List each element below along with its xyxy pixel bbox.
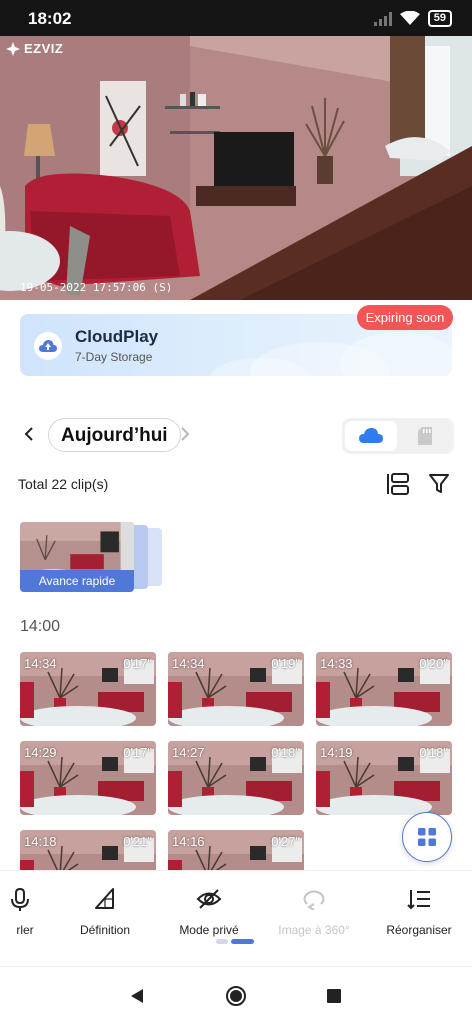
chevron-right-icon <box>181 427 190 441</box>
clip-grid: 14:34 0'17" 14:34 0'19" 14:33 0'20" 14:29 0'17"… <box>20 652 452 870</box>
total-clips-label: Total 22 clip(s) <box>18 476 109 492</box>
sd-card-tab[interactable] <box>399 421 451 451</box>
page-dot-active <box>231 939 254 944</box>
bottom-toolbar: rler Définition Mode privé Image à 360° <box>0 870 472 966</box>
talk-label: rler <box>16 923 34 937</box>
home-circle-icon <box>226 986 246 1006</box>
clip-time: 14:27 <box>172 745 205 760</box>
clip-duration: 0'18" <box>419 745 448 760</box>
cloud-upload-icon <box>34 332 62 360</box>
back-triangle-icon <box>131 989 143 1003</box>
date-selector[interactable]: Aujourd’hui <box>48 418 181 452</box>
clip-time: 14:16 <box>172 834 205 849</box>
fast-forward-label: Avance rapide <box>20 570 134 592</box>
signal-icon <box>373 11 392 26</box>
filter-button[interactable] <box>428 472 450 499</box>
previous-day-button[interactable] <box>24 425 34 448</box>
privacy-mode-button[interactable]: Mode privé <box>159 885 259 937</box>
storage-source-toggle <box>342 418 454 454</box>
clip-thumbnail[interactable]: 14:19 0'18" <box>316 741 452 815</box>
status-icons: 59 <box>373 10 452 27</box>
layout-toggle-button[interactable] <box>386 472 410 501</box>
recents-button[interactable] <box>322 984 346 1008</box>
expiring-soon-badge[interactable]: Expiring soon <box>357 305 453 330</box>
microphone-icon <box>11 887 29 911</box>
app-screen: 18:02 59 EZVIZ 19-05-2022 17:57:06 (S) C… <box>0 0 472 1024</box>
rotate-360-icon <box>303 890 325 910</box>
clip-thumbnail[interactable]: 14:27 0'18" <box>168 741 304 815</box>
clip-thumbnail[interactable]: 14:33 0'20" <box>316 652 452 726</box>
status-time: 18:02 <box>28 9 72 28</box>
talk-button[interactable]: rler <box>0 885 54 937</box>
clip-thumbnail[interactable]: 14:34 0'19" <box>168 652 304 726</box>
clip-time: 14:18 <box>24 834 57 849</box>
reorganize-button[interactable]: Réorganiser <box>369 885 469 937</box>
clip-duration: 0'27" <box>271 834 300 849</box>
status-bar: 18:02 59 <box>0 0 472 36</box>
sd-card-icon <box>418 427 432 445</box>
home-button[interactable] <box>224 984 248 1008</box>
android-navigation-bar <box>0 966 472 1024</box>
camera-timestamp: 19-05-2022 17:57:06 (S) <box>20 281 173 294</box>
clip-time: 14:29 <box>24 745 57 760</box>
list-layout-icon <box>387 473 409 495</box>
recents-square-icon <box>327 989 341 1003</box>
clip-duration: 0'19" <box>271 656 300 671</box>
clip-thumbnail[interactable]: 14:16 0'27" <box>168 830 304 870</box>
privacy-mode-label: Mode privé <box>179 923 239 937</box>
clip-time: 14:19 <box>320 745 353 760</box>
clip-time: 14:33 <box>320 656 353 671</box>
fast-forward-thumbnail: Avance rapide <box>20 522 134 592</box>
definition-icon <box>95 888 114 909</box>
clip-thumbnail[interactable]: 14:29 0'17" <box>20 741 156 815</box>
chevron-left-icon <box>24 427 33 441</box>
clip-duration: 0'21" <box>123 834 152 849</box>
camera-live-view[interactable]: EZVIZ 19-05-2022 17:57:06 (S) <box>0 36 472 300</box>
grid-menu-button[interactable] <box>402 812 452 862</box>
definition-button[interactable]: Définition <box>55 885 155 937</box>
eye-off-icon <box>196 889 222 909</box>
cloud-storage-tab[interactable] <box>345 421 397 451</box>
fast-forward-card[interactable]: Avance rapide <box>20 522 162 592</box>
ezviz-logo-icon <box>6 41 20 56</box>
reorder-icon <box>407 890 430 910</box>
image-360-button[interactable]: Image à 360° <box>264 885 364 937</box>
clip-thumbnail[interactable]: 14:18 0'21" <box>20 830 156 870</box>
definition-label: Définition <box>79 923 131 937</box>
clip-time: 14:34 <box>24 656 57 671</box>
clip-thumbnail[interactable]: 14:34 0'17" <box>20 652 156 726</box>
toolbar-page-indicator <box>216 939 254 944</box>
filter-icon <box>429 474 449 493</box>
camera-brand-logo: EZVIZ <box>6 41 63 56</box>
clip-duration: 0'18" <box>271 745 300 760</box>
clip-duration: 0'17" <box>123 745 152 760</box>
cloudplay-subtitle: 7-Day Storage <box>75 350 153 364</box>
cloudplay-title: CloudPlay <box>75 327 159 346</box>
clip-time: 14:34 <box>172 656 205 671</box>
wifi-icon <box>399 11 420 25</box>
clip-duration: 0'17" <box>123 656 152 671</box>
cloud-icon <box>359 428 383 443</box>
back-button[interactable] <box>125 984 149 1008</box>
camera-scene-image <box>0 36 472 300</box>
reorganize-label: Réorganiser <box>386 923 452 937</box>
clip-duration: 0'20" <box>419 656 448 671</box>
image-360-label: Image à 360° <box>278 923 350 937</box>
next-day-button[interactable] <box>180 425 190 448</box>
grid-icon <box>418 828 436 846</box>
camera-brand-text: EZVIZ <box>24 41 64 56</box>
battery-indicator: 59 <box>427 10 452 27</box>
date-navigation: Aujourd’hui <box>18 418 458 454</box>
section-time-header: 14:00 <box>20 618 61 635</box>
page-dot <box>216 939 228 944</box>
